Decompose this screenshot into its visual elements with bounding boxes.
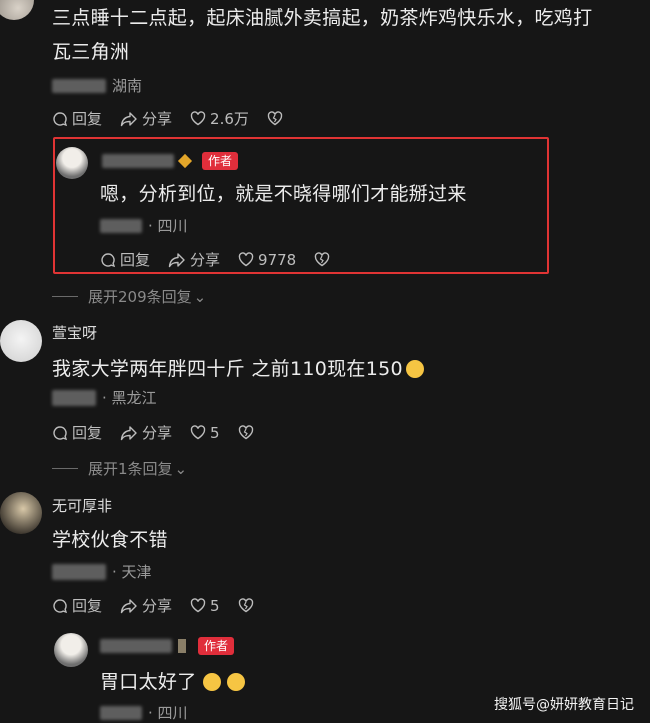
location-label: 湖南 xyxy=(112,77,143,95)
dislike-button[interactable] xyxy=(314,252,334,267)
blurred-date xyxy=(100,219,142,233)
share-label: 分享 xyxy=(142,597,173,615)
like-count: 5 xyxy=(210,423,220,442)
location-label: · 黑龙江 xyxy=(102,389,157,407)
avatar[interactable] xyxy=(0,0,34,20)
laughing-crying-emoji-icon xyxy=(226,673,245,691)
author-reply-text: 胃口太好了 xyxy=(100,671,197,693)
location-label: · 天津 xyxy=(112,563,152,581)
author-reply-text: 嗯，分析到位，就是不晓得哪们才能掰过来 xyxy=(100,183,467,205)
share-icon xyxy=(120,111,137,126)
location-label: · 四川 xyxy=(148,704,188,722)
author-reply-meta: · 四川 xyxy=(100,216,188,236)
reply-button[interactable]: 回复 xyxy=(52,108,102,129)
location-label: · 四川 xyxy=(148,217,188,235)
reply-button[interactable]: 回复 xyxy=(52,595,102,616)
author-badge: 作者 xyxy=(202,152,239,170)
share-icon xyxy=(120,425,137,440)
dislike-button[interactable] xyxy=(267,111,287,126)
like-button[interactable]: 2.6万 xyxy=(190,108,249,129)
share-icon xyxy=(168,252,185,267)
reply-icon xyxy=(101,252,116,267)
blurred-username xyxy=(100,639,172,653)
author-reply-text-row: 胃口太好了 xyxy=(100,668,245,696)
author-reply-actions: 回复 分享 9778 xyxy=(100,249,352,270)
share-button[interactable]: 分享 xyxy=(168,249,220,270)
author-badge: 作者 xyxy=(198,637,235,655)
reply-label: 回复 xyxy=(72,424,103,442)
expand-replies-button[interactable]: 展开209条回复 ⌄ xyxy=(52,286,206,307)
comment-text-row: 我家大学两年胖四十斤 之前110现在150 xyxy=(52,355,424,383)
reply-icon xyxy=(53,598,68,613)
author-avatar[interactable] xyxy=(56,147,88,179)
blurred-date xyxy=(52,79,106,93)
share-label: 分享 xyxy=(142,424,173,442)
author-name-row: 作者 xyxy=(102,152,239,170)
laughing-crying-emoji-icon xyxy=(202,673,221,691)
reply-button[interactable]: 回复 xyxy=(52,422,102,443)
username[interactable]: 无可厚非 xyxy=(52,495,112,516)
author-name-row: 作者 xyxy=(100,637,235,655)
comment-text: 三点睡十二点起，起床油腻外卖搞起，奶茶炸鸡快乐水，吃鸡打 xyxy=(52,7,593,29)
comment-meta: · 天津 xyxy=(52,562,152,582)
share-button[interactable]: 分享 xyxy=(120,595,172,616)
comment-actions: 回复 分享 5 xyxy=(52,422,276,443)
avatar[interactable] xyxy=(0,492,42,534)
reply-button[interactable]: 回复 xyxy=(100,249,150,270)
blurred-date xyxy=(52,564,106,580)
divider xyxy=(52,468,78,469)
like-count: 5 xyxy=(210,596,220,615)
laughing-crying-emoji-icon xyxy=(405,360,424,378)
comment-actions: 回复 分享 2.6万 xyxy=(52,108,305,129)
username[interactable]: 萱宝呀 xyxy=(52,322,97,343)
broken-heart-icon xyxy=(238,425,253,440)
expand-label: 展开209条回复 xyxy=(88,288,192,306)
share-icon xyxy=(120,598,137,613)
heart-icon xyxy=(190,598,206,613)
divider xyxy=(52,296,78,297)
reply-icon xyxy=(53,111,68,126)
comment-meta: 湖南 xyxy=(52,76,142,96)
heart-icon xyxy=(238,252,254,267)
author-reply-meta: · 四川 xyxy=(100,703,188,723)
blurred-username xyxy=(102,154,174,168)
expand-label: 展开1条回复 xyxy=(88,460,173,478)
like-button[interactable]: 9778 xyxy=(238,251,296,269)
comment-text: 学校伙食不错 xyxy=(52,529,168,551)
comment-actions: 回复 分享 5 xyxy=(52,595,276,616)
like-count: 2.6万 xyxy=(210,110,249,128)
author-avatar[interactable] xyxy=(54,633,88,667)
share-label: 分享 xyxy=(142,110,173,128)
avatar[interactable] xyxy=(0,320,42,362)
expand-replies-button[interactable]: 展开1条回复 ⌄ xyxy=(52,458,187,479)
like-button[interactable]: 5 xyxy=(190,424,220,442)
broken-heart-icon xyxy=(238,598,253,613)
badge-icon xyxy=(178,639,186,653)
broken-heart-icon xyxy=(315,252,330,267)
share-button[interactable]: 分享 xyxy=(120,422,172,443)
dislike-button[interactable] xyxy=(238,425,258,440)
share-label: 分享 xyxy=(190,251,221,269)
watermark: 搜狐号@妍妍教育日记 xyxy=(494,697,634,713)
heart-icon xyxy=(190,111,206,126)
comment-meta: · 黑龙江 xyxy=(52,388,157,408)
reply-label: 回复 xyxy=(72,597,103,615)
reply-icon xyxy=(53,425,68,440)
comment-text-line2: 瓦三角洲 xyxy=(52,41,130,63)
dislike-button[interactable] xyxy=(238,598,258,613)
reply-label: 回复 xyxy=(72,110,103,128)
reply-label: 回复 xyxy=(120,251,151,269)
chevron-down-icon: ⌄ xyxy=(174,459,188,478)
heart-icon xyxy=(190,425,206,440)
blurred-date xyxy=(100,706,142,720)
chevron-down-icon: ⌄ xyxy=(193,287,207,306)
badge-icon xyxy=(177,153,193,169)
like-button[interactable]: 5 xyxy=(190,597,220,615)
blurred-date xyxy=(52,390,96,406)
share-button[interactable]: 分享 xyxy=(120,108,172,129)
comment-text: 我家大学两年胖四十斤 之前110现在150 xyxy=(52,358,403,380)
like-count: 9778 xyxy=(258,250,297,269)
broken-heart-icon xyxy=(267,111,283,126)
